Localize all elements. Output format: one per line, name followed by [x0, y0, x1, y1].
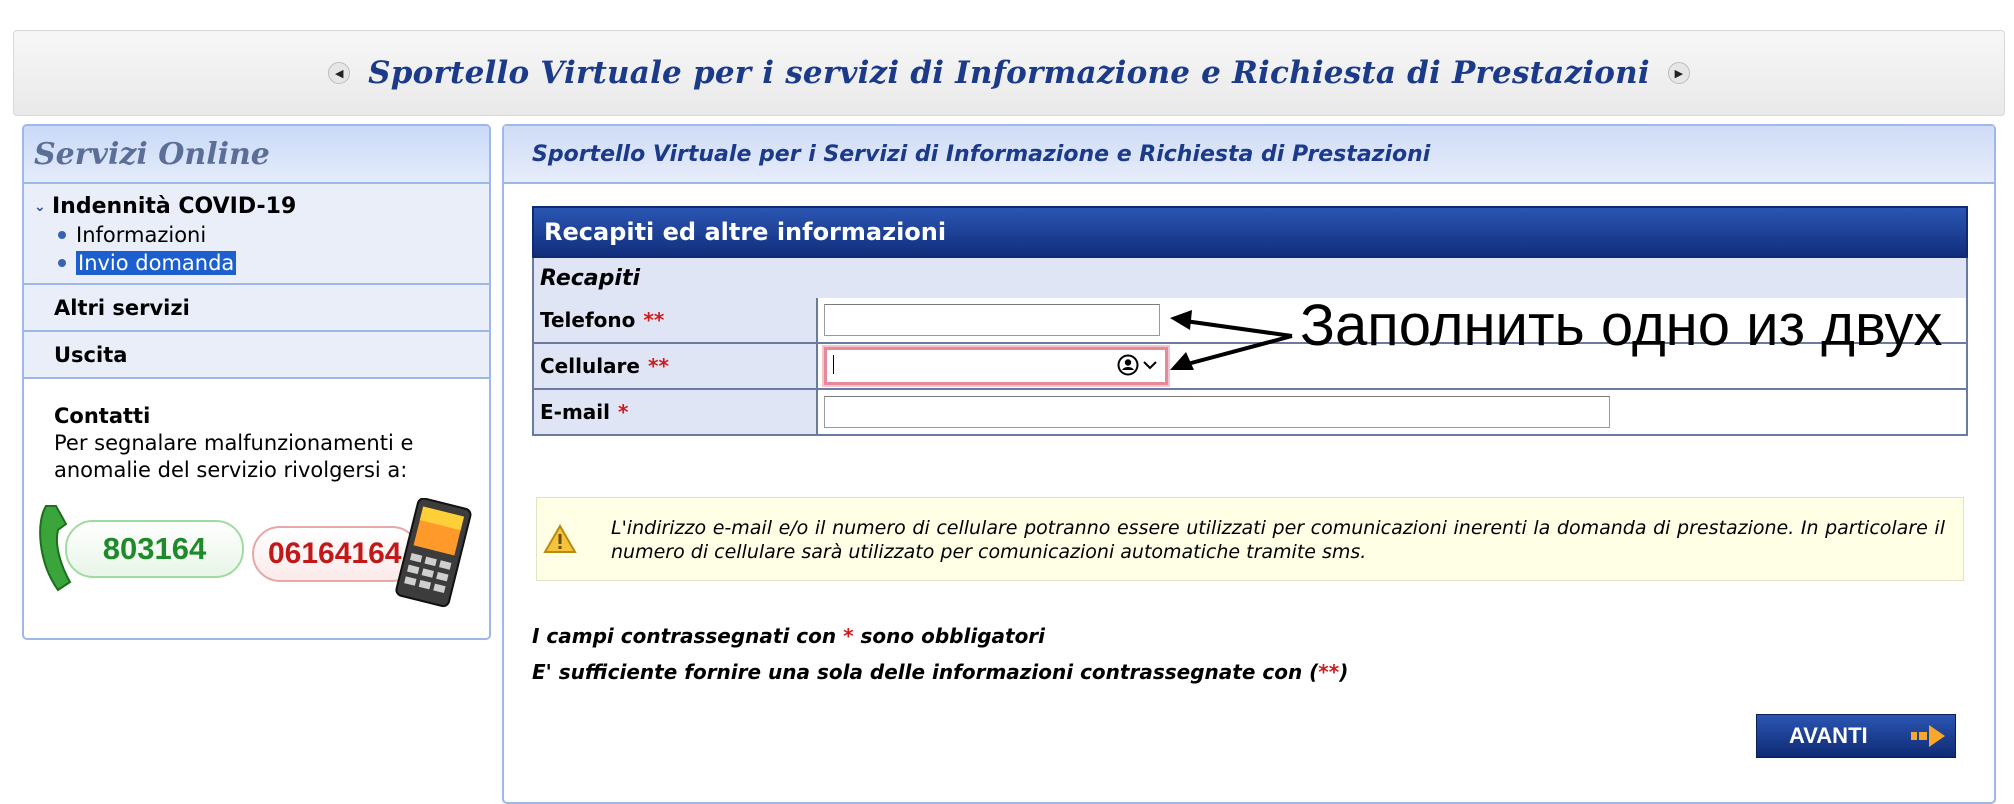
legend-text: ) [1339, 660, 1349, 684]
chevron-right-icon[interactable]: ▶ [1667, 62, 1690, 84]
contact-phones: 803164 06164164 [30, 496, 480, 626]
required-marker: * [618, 400, 629, 424]
main-header-title: Sportello Virtuale per i Servizi di Info… [532, 141, 1431, 167]
chevron-down-icon [1143, 361, 1157, 370]
required-legend: I campi contrassegnati con * sono obblig… [532, 624, 1045, 648]
field-label-telefono: Telefono ** [534, 298, 818, 342]
field-label-text: E-mail [540, 400, 611, 424]
required-marker: * [843, 624, 854, 648]
bullet-icon [58, 231, 66, 239]
top-title-bar: ◀ Sportello Virtuale per i servizi di In… [13, 30, 2005, 116]
avanti-button[interactable]: AVANTI [1756, 714, 1956, 758]
text-caret [833, 355, 834, 374]
legend-text: I campi contrassegnati con [532, 624, 844, 648]
required-marker: ** [643, 308, 665, 332]
chevron-left-icon[interactable]: ◀ [328, 62, 351, 84]
annotation-arrows [1170, 310, 1293, 370]
cellulare-input[interactable] [824, 347, 1168, 385]
info-note-text: L'indirizzo e-mail e/o il numero di cell… [611, 517, 1945, 563]
sidebar-item-informazioni[interactable]: Informazioni [58, 223, 489, 247]
sidebar: Servizi Online ⌄ Indennità COVID-19 Info… [22, 124, 491, 640]
required-marker: ** [647, 354, 669, 378]
field-label-text: Cellulare [540, 354, 640, 378]
field-label-text: Telefono [540, 308, 636, 332]
sidebar-header: Servizi Online [24, 126, 489, 184]
contacts-title: Contatti [54, 404, 151, 428]
email-input[interactable] [824, 396, 1610, 428]
form-row-email: E-mail * [532, 390, 1968, 436]
contacts-text: Per segnalare malfunzionamenti e anomali… [54, 431, 414, 482]
field-label-cellulare: Cellulare ** [534, 344, 818, 388]
legend-text: E' sufficiente fornire una sola delle in… [532, 660, 1319, 684]
sidebar-title: Servizi Online [34, 136, 270, 172]
field-label-email: E-mail * [534, 390, 818, 434]
phone-number-green: 803164 [65, 520, 244, 578]
sidebar-item-uscita[interactable]: Uscita [24, 332, 489, 379]
sidebar-group: ⌄ Indennità COVID-19 Informazioni Invio … [24, 184, 489, 285]
mobile-phone-icon [395, 498, 472, 608]
autofill-contact-icon[interactable] [1117, 354, 1157, 376]
sidebar-item-label: Invio domanda [76, 251, 237, 275]
sidebar-item-invio-domanda[interactable]: Invio domanda [58, 251, 489, 275]
app-title: Sportello Virtuale per i servizi di Info… [368, 55, 1650, 91]
contacts-box: Contatti Per segnalare malfunzionamenti … [24, 379, 489, 484]
main-panel: Sportello Virtuale per i Servizi di Info… [502, 124, 1996, 804]
warning-icon [543, 524, 577, 553]
main-header: Sportello Virtuale per i Servizi di Info… [504, 126, 1994, 184]
telefono-input[interactable] [824, 304, 1160, 336]
legend-text: sono obbligatori [853, 624, 1046, 648]
bullet-icon [58, 259, 66, 267]
arrow-right-icon [1911, 725, 1945, 747]
info-note: L'indirizzo e-mail e/o il numero di cell… [536, 497, 1964, 581]
sidebar-item-altri-servizi[interactable]: Altri servizi [24, 285, 489, 332]
person-circle-icon [1117, 354, 1139, 376]
avanti-button-label: AVANTI [1789, 723, 1868, 748]
annotation-text: Заполнить одно из двух [1300, 293, 1943, 358]
chevron-down-icon: ⌄ [34, 198, 46, 215]
sidebar-item-label: Informazioni [76, 223, 207, 247]
required-marker: ** [1318, 660, 1340, 684]
form-title: Recapiti ed altre informazioni [532, 206, 1968, 258]
optional-legend: E' sufficiente fornire una sola delle in… [532, 660, 1348, 684]
sidebar-group-label: Indennità COVID-19 [52, 194, 297, 219]
sidebar-group-covid[interactable]: ⌄ Indennità COVID-19 [34, 194, 489, 219]
